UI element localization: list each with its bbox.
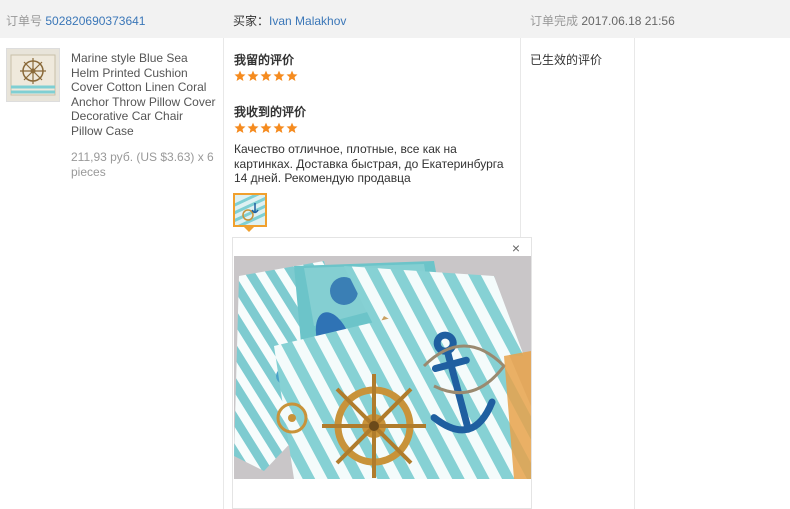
- star-icon: [234, 122, 246, 133]
- my-review-label: 我留的评价: [234, 53, 295, 67]
- received-review-stars: [234, 122, 298, 134]
- cushion-covers-photo: [234, 256, 531, 479]
- product-title[interactable]: Marine style Blue Sea Helm Printed Cushi…: [71, 51, 216, 139]
- star-icon: [260, 122, 272, 133]
- thumbnail-indicator: [244, 227, 254, 232]
- buyer-group: 买家：Ivan Malakhov: [233, 12, 346, 29]
- order-number-link[interactable]: 502820690373641: [45, 14, 145, 28]
- product-thumbnail[interactable]: [6, 48, 60, 102]
- completed-group: 订单完成 2017.06.18 21:56: [530, 12, 675, 29]
- star-icon: [247, 122, 259, 133]
- received-review-label: 我收到的评价: [234, 105, 307, 119]
- star-icon: [234, 70, 246, 81]
- star-icon: [286, 122, 298, 133]
- buyer-label: 买家：: [233, 14, 270, 28]
- column-divider: [223, 38, 224, 509]
- review-text: Качество отличное, плотные, все как на к…: [234, 142, 504, 186]
- buyer-name-link[interactable]: Ivan Malakhov: [269, 14, 346, 28]
- my-review-stars: [234, 70, 298, 82]
- review-status: 已生效的评价: [530, 53, 603, 67]
- order-header: 订单号 502820690373641 买家：Ivan Malakhov 订单完…: [0, 0, 790, 38]
- column-divider: [634, 38, 635, 509]
- star-icon: [273, 122, 285, 133]
- review-photo-thumbnail[interactable]: [233, 193, 267, 227]
- star-icon: [260, 70, 272, 81]
- completed-time: 2017.06.18 21:56: [581, 14, 675, 28]
- star-icon: [286, 70, 298, 81]
- star-icon: [247, 70, 259, 81]
- order-number-label: 订单号: [6, 14, 43, 28]
- product-price: 211,93 руб. (US $3.63) x 6 pieces: [71, 150, 214, 179]
- close-icon[interactable]: ×: [510, 241, 522, 255]
- completed-label: 订单完成: [530, 14, 579, 28]
- star-icon: [273, 70, 285, 81]
- product-thumbnail-image: [7, 49, 59, 101]
- review-photo-thumbnail-image: [235, 195, 265, 225]
- order-number-group: 订单号 502820690373641: [6, 12, 145, 29]
- review-photo-preview: [234, 256, 531, 479]
